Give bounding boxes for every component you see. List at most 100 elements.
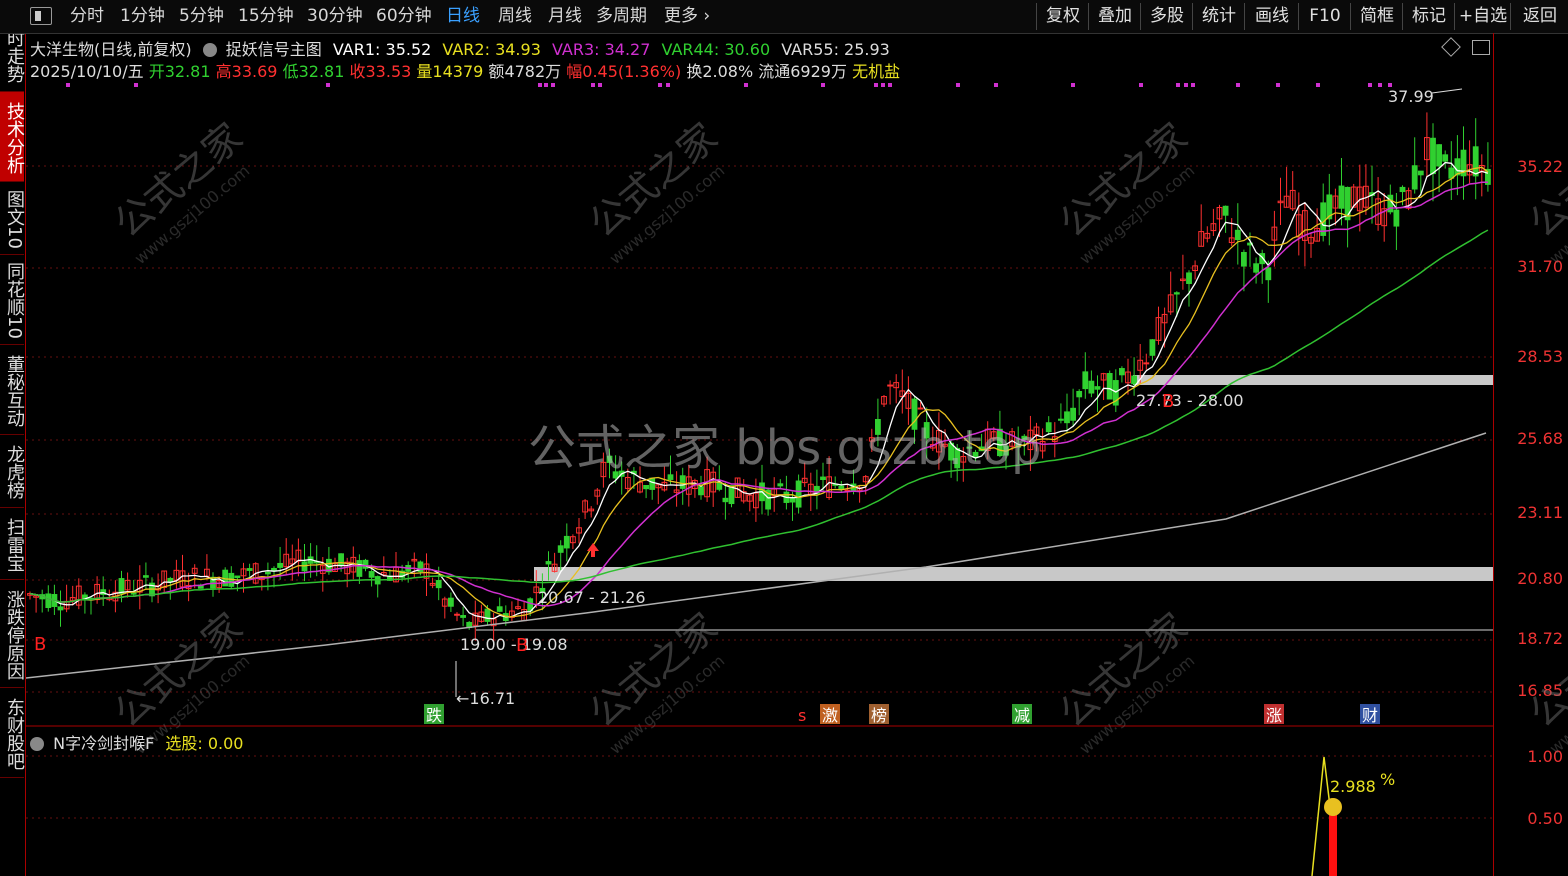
toolbar-button-1[interactable]: 叠加 (1088, 3, 1141, 30)
timeframe-tab-1[interactable]: 1分钟 (116, 4, 169, 28)
candle-down (789, 497, 796, 503)
signal-dot (888, 83, 892, 87)
signal-dot (744, 83, 748, 87)
signal-dot (538, 83, 542, 87)
up-arrow-icon (587, 543, 599, 557)
candle-down (1417, 170, 1424, 176)
timeframe-tab-6[interactable]: 日线 (442, 4, 484, 28)
signal-badge: 涨 (1266, 706, 1282, 725)
candle-down (722, 497, 729, 503)
signal-dot (994, 83, 998, 87)
sidebar-tab-4[interactable]: 董秘互动 (0, 345, 25, 435)
candle-down (563, 535, 570, 549)
candle-down (1265, 267, 1272, 281)
candle-down (1430, 137, 1436, 175)
candle-down (795, 480, 802, 508)
subchart-settings-icon[interactable] (30, 737, 44, 751)
candle-down (45, 593, 52, 609)
candle-down (1131, 375, 1137, 385)
candle-down (277, 562, 283, 568)
ma-white-line (29, 161, 1489, 620)
candle-down (1058, 418, 1064, 421)
timeframe-tab-8[interactable]: 月线 (544, 4, 586, 28)
axis-tick: 18.72 (1517, 629, 1563, 648)
toolbar-button-5[interactable]: F10 (1298, 3, 1351, 30)
timeframe-tab-10[interactable]: 更多 › (660, 4, 714, 28)
signal-dot (1236, 83, 1240, 87)
signal-badge: 激 (822, 706, 838, 725)
sidebar-tab-1[interactable]: 技术分析 (0, 92, 25, 182)
toolbar-button-2[interactable]: 多股 (1140, 3, 1193, 30)
signal-dot (1176, 83, 1180, 87)
sidebar-tab-7[interactable]: 涨跌停原因 (0, 580, 25, 688)
candle-down (777, 483, 784, 487)
signal-dot (1191, 83, 1195, 87)
timeframe-tab-0[interactable]: 分时 (66, 4, 108, 28)
axis-tick: 23.11 (1517, 503, 1563, 522)
candle-down (57, 606, 64, 611)
signal-dot (1184, 83, 1188, 87)
toolbar-button-8[interactable]: +自选 (1454, 3, 1511, 30)
candle-down (143, 575, 149, 578)
signal-dot (658, 83, 662, 87)
candle-down (1082, 371, 1089, 390)
toolbar-button-6[interactable]: 简框 (1350, 3, 1403, 30)
candle-down (1399, 186, 1406, 193)
sidebar-tab-8[interactable]: 东财股吧 (0, 688, 25, 778)
signal-dot (1316, 83, 1320, 87)
menu-icon[interactable] (30, 7, 52, 25)
timeframe-tab-4[interactable]: 30分钟 (303, 4, 367, 28)
signal-dot (821, 83, 825, 87)
center-watermark: 公式之家 bbs.gszb.top (528, 420, 1042, 476)
subchart-unit: % (1380, 770, 1395, 789)
candle-down (1088, 380, 1095, 394)
candle-down (1222, 205, 1229, 216)
timeframe-tab-5[interactable]: 60分钟 (372, 4, 436, 28)
toolbar-button-7[interactable]: 标记 (1402, 3, 1455, 30)
timeframe-tab-7[interactable]: 周线 (494, 4, 536, 28)
signal-dot (956, 83, 960, 87)
candle-down (1393, 209, 1400, 227)
toolbar-button-9[interactable]: 返回 (1510, 3, 1568, 30)
signal-dot (666, 83, 670, 87)
candle-down (1119, 368, 1125, 376)
high-label: 37.99 (1388, 87, 1434, 106)
candle-down (1442, 154, 1449, 162)
signal-dot (1368, 83, 1372, 87)
signal-dot (66, 83, 70, 87)
candle-down (130, 592, 137, 595)
candle-down (1094, 386, 1101, 390)
timeframe-tab-2[interactable]: 5分钟 (175, 4, 228, 28)
signal-dot (1071, 83, 1075, 87)
candle-down (265, 571, 271, 575)
toolbar-button-4[interactable]: 画线 (1244, 3, 1299, 30)
band1-label: 27.73 - 28.00 (1136, 391, 1244, 410)
signal-badge: 财 (1362, 706, 1378, 725)
candle-down (435, 580, 442, 589)
candle-down (1070, 407, 1076, 421)
candle-down (356, 560, 363, 577)
candle-down (643, 484, 650, 490)
signal-dot (1378, 83, 1382, 87)
subchart-header: N字冷剑封喉F 选股: 0.00 (30, 730, 243, 754)
sidebar-tab-2[interactable]: 图文10 (0, 182, 25, 255)
signal-dot (551, 83, 555, 87)
toolbar-button-3[interactable]: 统计 (1192, 3, 1245, 30)
high-arrow (1431, 88, 1463, 94)
sidebar-tab-3[interactable]: 同花顺10 (0, 255, 25, 345)
timeframe-tab-3[interactable]: 15分钟 (234, 4, 298, 28)
buy-marker: B (34, 634, 46, 655)
subchart-title[interactable]: N字冷剑封喉F (53, 734, 154, 753)
signal-badge: 榜 (871, 706, 887, 725)
band2-label: 20.67 - 21.26 (538, 588, 646, 607)
toolbar-button-0[interactable]: 复权 (1036, 3, 1089, 30)
timeframe-tab-9[interactable]: 多周期 (592, 4, 651, 28)
candle-down (1234, 229, 1241, 241)
signal-dot (881, 83, 885, 87)
candle-down (1045, 422, 1052, 433)
candle-down (368, 571, 375, 578)
signal-dot (598, 83, 602, 87)
signal-dot (874, 83, 878, 87)
sidebar-tab-5[interactable]: 龙虎榜 (0, 435, 25, 508)
sidebar-tab-6[interactable]: 扫雷宝 (0, 508, 25, 580)
